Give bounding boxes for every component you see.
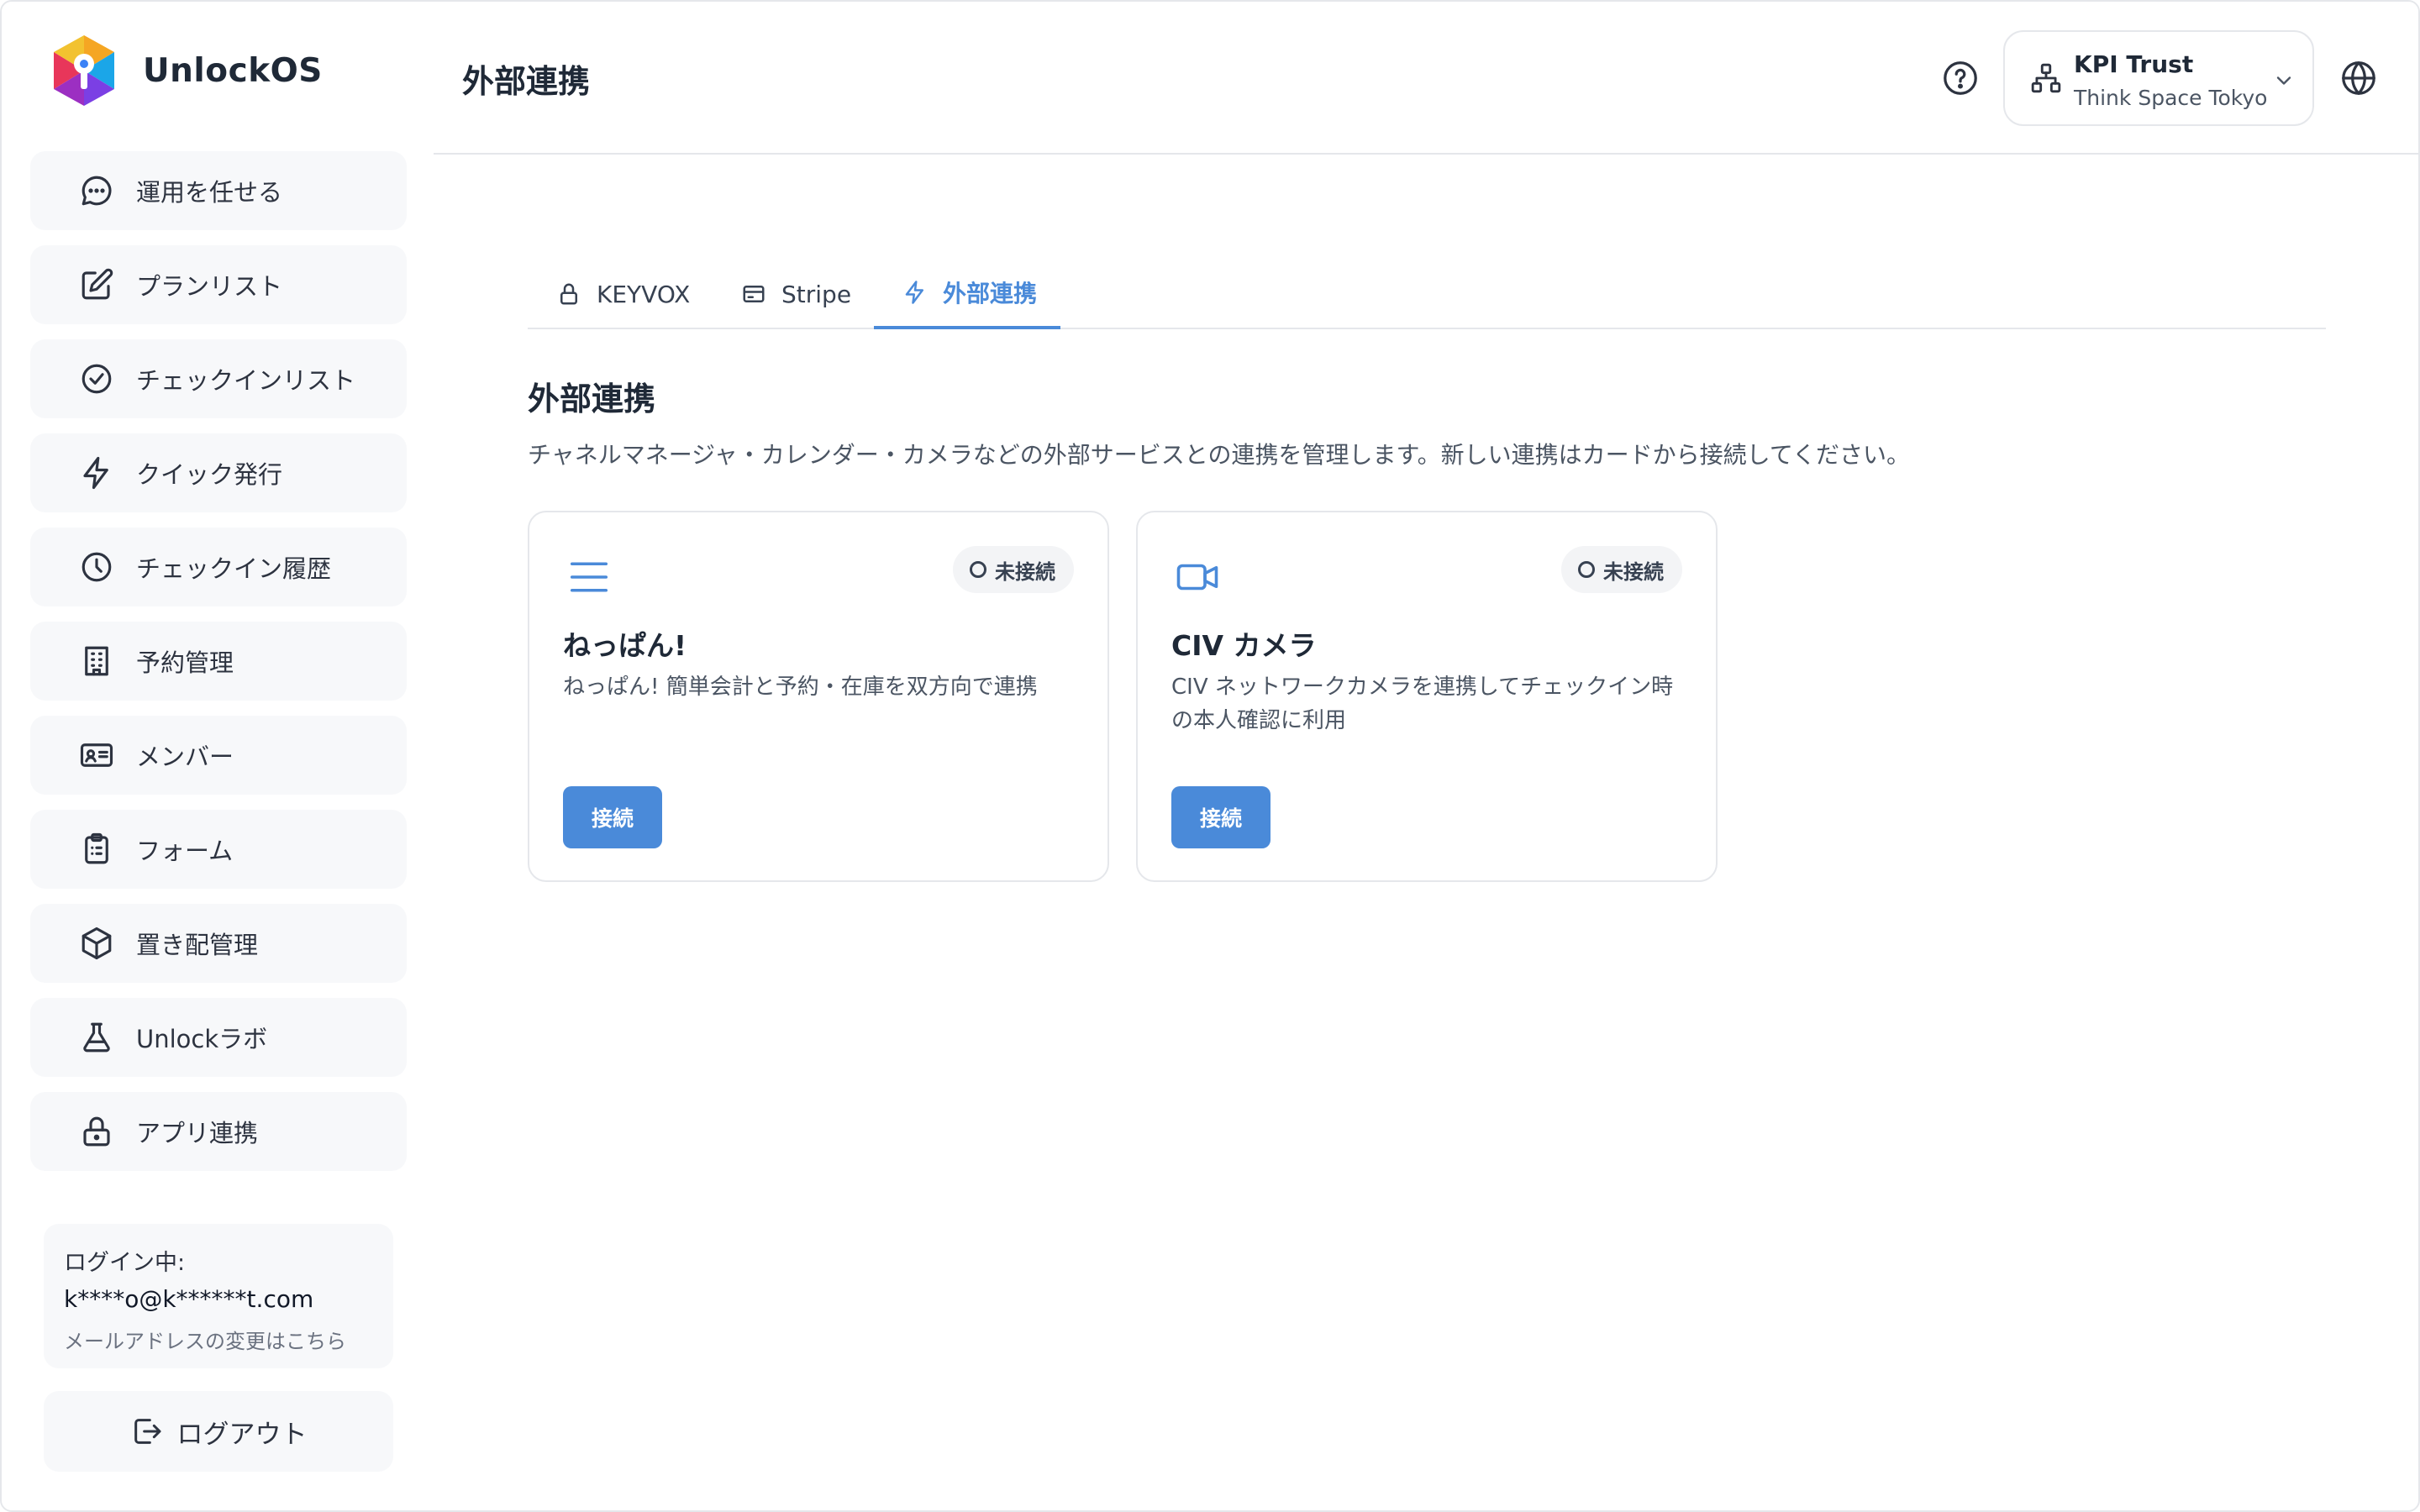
sidebar-item-unlock-lab[interactable]: Unlockラボ bbox=[30, 998, 407, 1077]
tab-stripe[interactable]: Stripe bbox=[741, 259, 851, 329]
credit-card-icon bbox=[743, 286, 765, 302]
menu-lines-icon bbox=[570, 562, 608, 592]
section-description: チャネルマネージャ・カレンダー・カメラなどの外部サービスとの連携を管理します。新… bbox=[528, 441, 1911, 469]
status-circle-icon bbox=[970, 561, 986, 578]
login-email: k****o@k******t.com bbox=[64, 1285, 314, 1313]
tab-keyvox[interactable]: KEYVOX bbox=[556, 259, 690, 329]
sidebar-item-checkin-history[interactable]: チェックイン履歴 bbox=[30, 528, 407, 606]
status-text: 未接続 bbox=[1603, 559, 1664, 584]
sidebar-item-quick-issue[interactable]: クイック発行 bbox=[30, 433, 407, 512]
integration-tabs: KEYVOX Stripe 外部連携 bbox=[528, 259, 2326, 329]
integration-card-civ-camera: 未接続 CIV カメラ CIV ネットワークカメラを連携してチェックイン時の本人… bbox=[1136, 511, 1718, 882]
check-circle-icon bbox=[82, 364, 112, 394]
sidebar: UnlockOS 運用を任せる プランリスト チェックインリスト クイック発行 … bbox=[2, 2, 430, 1510]
sidebar-item-label: チェックイン履歴 bbox=[136, 554, 332, 583]
sidebar-item-plan-list[interactable]: プランリスト bbox=[30, 245, 407, 324]
sidebar-item-members[interactable]: メンバー bbox=[30, 716, 407, 795]
sidebar-item-reservations[interactable]: 予約管理 bbox=[30, 622, 407, 701]
logout-button[interactable]: ログアウト bbox=[44, 1391, 393, 1472]
sidebar-item-delivery[interactable]: 置き配管理 bbox=[30, 904, 407, 983]
package-icon bbox=[82, 927, 112, 960]
sidebar-item-label: アプリ連携 bbox=[136, 1119, 259, 1147]
chat-bubble-icon bbox=[82, 176, 112, 206]
chevron-down-icon bbox=[2276, 76, 2291, 85]
lock-icon bbox=[560, 283, 577, 305]
tab-label: KEYVOX bbox=[597, 280, 691, 308]
top-header: 外部連携 KPI Trust Think Space Tokyo bbox=[434, 2, 2418, 155]
sidebar-item-label: 予約管理 bbox=[136, 648, 234, 677]
sidebar-item-label: メンバー bbox=[136, 743, 234, 771]
login-info: ログイン中: k****o@k******t.com メールアドレスの変更はこち… bbox=[44, 1224, 393, 1368]
edit-icon bbox=[82, 268, 113, 300]
flask-icon bbox=[83, 1022, 110, 1053]
organization-icon bbox=[2031, 63, 2061, 93]
card-title: ねっぱん! bbox=[563, 629, 687, 662]
help-icon[interactable] bbox=[1941, 59, 1980, 97]
sidebar-item-label: 置き配管理 bbox=[136, 931, 259, 959]
clipboard-list-icon bbox=[85, 832, 108, 864]
lock-icon bbox=[83, 1116, 110, 1147]
sidebar-item-label: フォーム bbox=[136, 837, 234, 865]
sidebar-item-label: 運用を任せる bbox=[136, 178, 283, 207]
sidebar-item-label: チェックインリスト bbox=[136, 366, 356, 395]
organization-location: Think Space Tokyo bbox=[2074, 86, 2268, 110]
building-icon bbox=[85, 646, 108, 676]
card-description: ねっぱん! 簡単会計と予約・在庫を双方向で連携 bbox=[563, 675, 1038, 700]
lightning-icon bbox=[905, 281, 923, 304]
app-window: UnlockOS 運用を任せる プランリスト チェックインリスト クイック発行 … bbox=[0, 0, 2420, 1512]
brand[interactable]: UnlockOS bbox=[50, 34, 323, 108]
sidebar-item-forms[interactable]: フォーム bbox=[30, 810, 407, 889]
app-name: UnlockOS bbox=[143, 51, 323, 90]
organization-name: KPI Trust bbox=[2074, 50, 2194, 78]
tab-label: 外部連携 bbox=[943, 280, 1038, 307]
unlockos-logo-icon bbox=[54, 35, 114, 106]
integration-card-neppan: 未接続 ねっぱん! ねっぱん! 簡単会計と予約・在庫を双方向で連携 接続 bbox=[528, 511, 1109, 882]
globe-icon[interactable] bbox=[2339, 59, 2378, 97]
connect-button[interactable]: 接続 bbox=[563, 786, 662, 848]
tab-label: Stripe bbox=[781, 280, 852, 308]
sidebar-item-label: クイック発行 bbox=[136, 460, 283, 489]
section-title: 外部連携 bbox=[528, 381, 656, 417]
status-badge: 未接続 bbox=[1561, 546, 1682, 593]
tab-external-integration[interactable]: 外部連携 bbox=[874, 259, 1060, 329]
logout-label: ログアウト bbox=[176, 1419, 308, 1450]
sidebar-item-label: Unlockラボ bbox=[136, 1025, 268, 1053]
sidebar-item-label: プランリスト bbox=[136, 272, 283, 301]
login-label: ログイン中: bbox=[64, 1250, 186, 1276]
page-title: 外部連携 bbox=[462, 63, 591, 100]
organization-selector[interactable]: KPI Trust Think Space Tokyo bbox=[2003, 30, 2314, 126]
status-text: 未接続 bbox=[995, 559, 1055, 584]
sidebar-nav: 運用を任せる プランリスト チェックインリスト クイック発行 チェックイン履歴 … bbox=[30, 151, 407, 1186]
id-card-icon bbox=[80, 743, 113, 767]
video-camera-icon bbox=[1176, 564, 1218, 591]
sidebar-item-app-integration[interactable]: アプリ連携 bbox=[30, 1092, 407, 1171]
status-badge: 未接続 bbox=[953, 546, 1074, 593]
clock-icon bbox=[82, 552, 112, 582]
card-title: CIV カメラ bbox=[1171, 629, 1317, 662]
sidebar-item-operations[interactable]: 運用を任せる bbox=[30, 151, 407, 230]
lightning-icon bbox=[83, 456, 108, 490]
status-circle-icon bbox=[1578, 561, 1595, 578]
change-email-link[interactable]: メールアドレスの変更はこちら bbox=[64, 1325, 373, 1354]
connect-button[interactable]: 接続 bbox=[1171, 786, 1270, 848]
card-description: CIV ネットワークカメラを連携してチェックイン時の本人確認に利用 bbox=[1171, 675, 1674, 733]
logout-icon bbox=[134, 1419, 160, 1444]
sidebar-item-checkin-list[interactable]: チェックインリスト bbox=[30, 339, 407, 418]
